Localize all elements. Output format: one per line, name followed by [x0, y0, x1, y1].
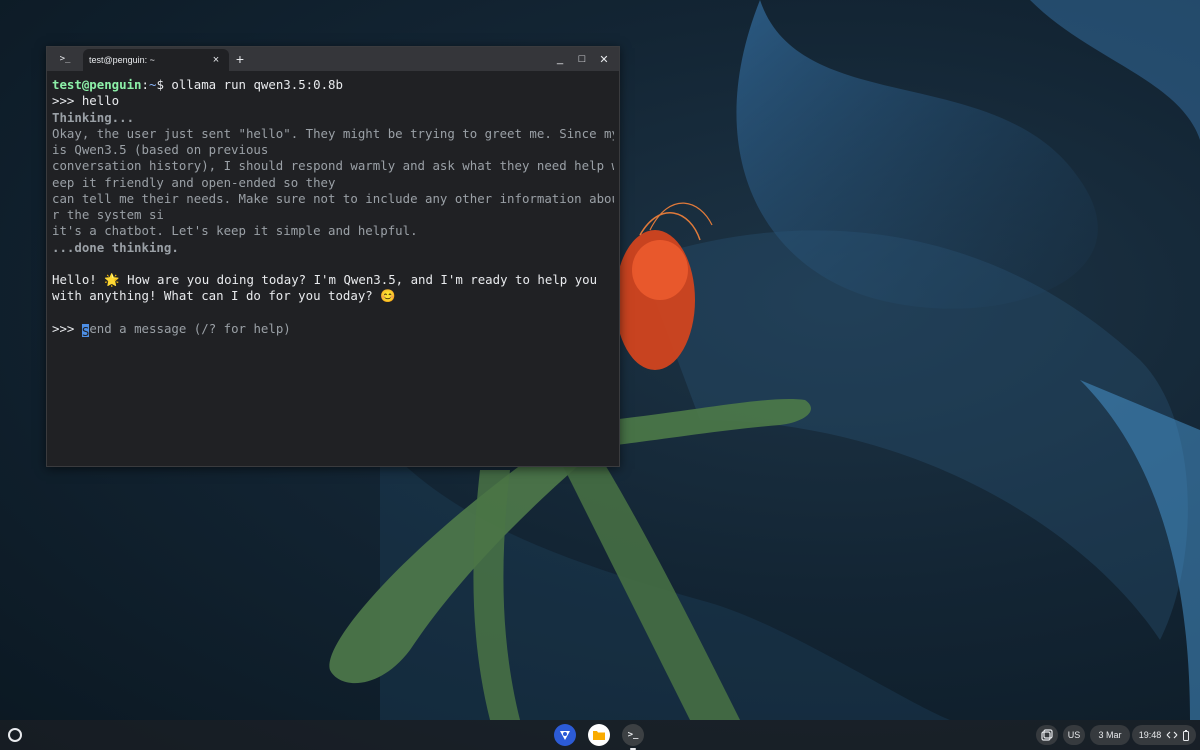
thinking-footer: ...done thinking. [52, 239, 179, 255]
date-tray[interactable]: 3 Mar [1090, 725, 1130, 745]
launcher-circle-icon[interactable] [6, 726, 24, 744]
maximize-button[interactable]: □ [571, 47, 593, 71]
thinking-line: it's a chatbot. Let's keep it simple and… [52, 223, 418, 239]
battery-icon [1183, 729, 1190, 741]
clock-time: 19:48 [1138, 730, 1162, 740]
shelf: >_ US 3 Mar 19:48 [0, 720, 1200, 750]
tab-title: test@penguin: ~ [89, 55, 155, 65]
terminal-app-icon[interactable]: >_ [47, 47, 83, 71]
ime-indicator[interactable]: US [1063, 725, 1085, 745]
minimize-button[interactable]: _ [549, 47, 571, 71]
desktop: >_ test@penguin: ~ × + _ □ ✕ test@pengui… [0, 0, 1200, 750]
terminal-icon[interactable]: >_ [622, 724, 644, 746]
message-input-line[interactable]: >>> Send a message (/? for help) [52, 321, 614, 337]
thinking-line: conversation history), I should respond … [52, 158, 614, 174]
chrome-icon[interactable] [554, 724, 576, 746]
close-button[interactable]: ✕ [593, 47, 615, 71]
terminal-window[interactable]: >_ test@penguin: ~ × + _ □ ✕ test@pengui… [46, 46, 620, 467]
command-line: test@penguin:~$ ollama run qwen3.5:0.8b [52, 77, 614, 93]
terminal-titlebar[interactable]: >_ test@penguin: ~ × + _ □ ✕ [47, 47, 619, 71]
holding-space-icon[interactable] [1036, 725, 1058, 745]
prompt-user: test@penguin [52, 77, 142, 92]
status-tray[interactable]: 19:48 [1132, 725, 1196, 745]
thinking-line: eep it friendly and open-ended so they [52, 174, 336, 190]
response-line: Hello! 🌟 How are you doing today? I'm Qw… [52, 272, 598, 287]
thinking-line: can tell me their needs. Make sure not t… [52, 190, 614, 206]
thinking-header: Thinking... [52, 109, 135, 125]
input-prompt: >>> [52, 320, 82, 336]
user-input-line: >>> hello [52, 93, 120, 109]
message-placeholder: end a message (/? for help) [89, 320, 291, 336]
thinking-line: Okay, the user just sent "hello". They m… [52, 125, 614, 141]
thinking-line: r the system si [52, 207, 164, 222]
network-icon [1166, 731, 1178, 739]
response-line: with anything! What can I do for you tod… [52, 288, 396, 304]
window-controls: _ □ ✕ [549, 47, 615, 71]
tab-close-icon[interactable]: × [209, 54, 223, 66]
terminal-output[interactable]: test@penguin:~$ ollama run qwen3.5:0.8b … [47, 71, 619, 337]
thinking-line: is Qwen3.5 (based on previous [52, 142, 269, 157]
files-icon[interactable] [588, 724, 610, 746]
new-tab-button[interactable]: + [229, 47, 251, 71]
command-text: $ ollama run qwen3.5:0.8b [156, 77, 343, 92]
prompt-colon: : [141, 77, 149, 92]
terminal-tab[interactable]: test@penguin: ~ × [83, 49, 229, 71]
